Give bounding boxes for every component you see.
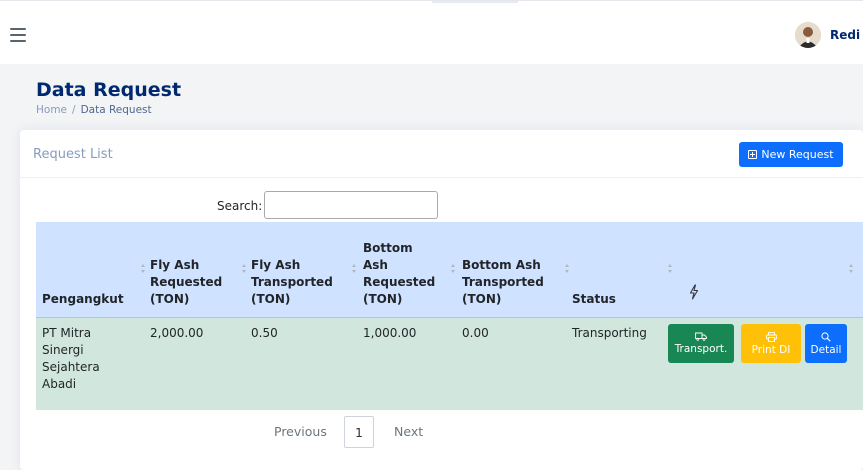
printer-icon	[765, 331, 777, 342]
new-request-button[interactable]: New Request	[739, 142, 843, 167]
column-header-pengangkut[interactable]: Pengangkut	[42, 291, 124, 308]
top-navbar: Redi	[0, 0, 863, 64]
menu-toggle-icon[interactable]	[10, 28, 26, 42]
column-header-fly-ash-requested[interactable]: Fly Ash Requested (TON)	[150, 257, 230, 308]
search-label: Search:	[217, 199, 263, 213]
breadcrumb: Home / Data Request	[36, 104, 152, 116]
column-header-status[interactable]: Status	[572, 291, 616, 308]
search-input[interactable]	[264, 191, 438, 219]
new-request-label: New Request	[761, 148, 834, 161]
cell-pengangkut: PT Mitra Sinergi Sejahtera Abadi	[42, 326, 100, 391]
sort-icon[interactable]	[241, 264, 247, 276]
cell-bottom-ash-requested: 1,000.00	[363, 326, 417, 340]
print-di-label: Print DI	[751, 343, 791, 356]
card-header: Request List New Request	[20, 130, 863, 178]
detail-button[interactable]: Detail	[805, 324, 847, 363]
column-header-bottom-ash-transported[interactable]: Bottom Ash Transported (TON)	[462, 257, 558, 308]
sort-icon[interactable]	[848, 264, 854, 276]
page-title: Data Request	[36, 79, 182, 101]
transport-label: Transport.	[674, 343, 728, 355]
pagination-previous[interactable]: Previous	[274, 424, 327, 439]
top-tab-line	[432, 1, 518, 3]
cell-bottom-ash-transported: 0.00	[462, 326, 489, 340]
status-text: Transporting	[572, 326, 647, 340]
sort-icon[interactable]	[667, 264, 673, 276]
sort-icon[interactable]	[450, 264, 456, 276]
column-header-bottom-ash-requested[interactable]: Bottom Ash Requested (TON)	[363, 240, 439, 308]
pagination-next[interactable]: Next	[394, 424, 423, 439]
table-header-row: Pengangkut Fly Ash Requested (TON) Fly A…	[36, 222, 863, 317]
column-header-fly-ash-transported[interactable]: Fly Ash Transported (TON)	[251, 257, 341, 308]
transport-button[interactable]: Transport.	[668, 324, 734, 363]
search-icon	[821, 331, 831, 342]
breadcrumb-home[interactable]: Home	[36, 104, 67, 116]
user-name[interactable]: Redi	[830, 28, 860, 42]
card-title: Request List	[33, 147, 113, 162]
sort-icon[interactable]	[140, 264, 146, 276]
detail-label: Detail	[810, 343, 842, 356]
cell-fly-ash-requested: 2,000.00	[150, 326, 204, 340]
request-list-card: Request List New Request Search: Pengang…	[20, 130, 863, 470]
sort-icon[interactable]	[564, 264, 570, 276]
truck-icon	[695, 332, 707, 341]
sort-icon[interactable]	[351, 264, 357, 276]
pagination-page-current[interactable]: 1	[344, 416, 374, 448]
print-di-button[interactable]: Print DI	[741, 324, 801, 363]
breadcrumb-current: Data Request	[80, 104, 152, 116]
plus-square-icon	[748, 150, 758, 159]
bolt-icon	[689, 284, 699, 300]
breadcrumb-separator: /	[72, 104, 76, 116]
user-avatar[interactable]	[795, 22, 821, 48]
table-row: PT Mitra Sinergi Sejahtera Abadi 2,000.0…	[36, 317, 863, 410]
cell-fly-ash-transported: 0.50	[251, 326, 278, 340]
